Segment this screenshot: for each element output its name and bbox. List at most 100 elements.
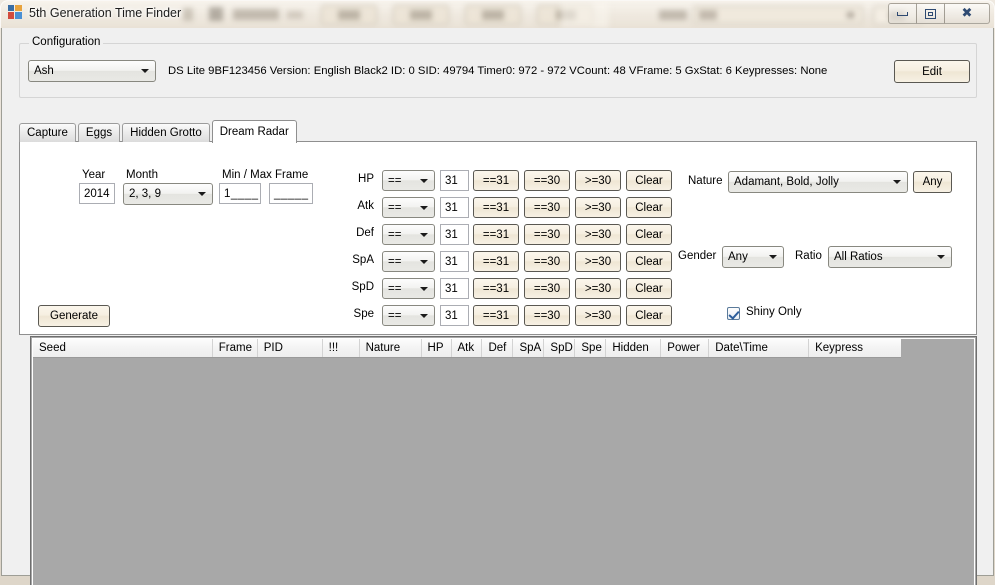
iv-spe-operator-combo[interactable]: == [382,305,435,326]
generate-button-label: Generate [50,310,98,322]
iv-spe-eq30-label: ==30 [533,309,561,322]
column-header-power[interactable]: Power [661,339,710,357]
minimize-button[interactable] [888,3,917,24]
edit-button[interactable]: Edit [894,60,970,83]
iv-spd-eq31-button[interactable]: ==31 [473,278,519,299]
iv-atk-value-input[interactable]: 31 [440,197,469,218]
tab-eggs[interactable]: Eggs [77,123,121,142]
generate-button[interactable]: Generate [38,305,110,327]
iv-spa-eq31-button[interactable]: ==31 [473,251,519,272]
iv-spd-operator-value: == [388,282,402,295]
iv-atk-clear-button[interactable]: Clear [626,197,672,218]
iv-hp-value: 31 [445,174,458,187]
iv-def-eq31-button[interactable]: ==31 [473,224,519,245]
iv-def-operator-value: == [388,228,402,241]
gender-combo[interactable]: Any [722,246,784,268]
iv-atk-eq31-button[interactable]: ==31 [473,197,519,218]
iv-spe-eq30-button[interactable]: ==30 [524,305,570,326]
iv-spe-value-input[interactable]: 31 [440,305,469,326]
close-button[interactable]: ✖ [944,3,990,24]
iv-spd-value-input[interactable]: 31 [440,278,469,299]
iv-spe-ge30-button[interactable]: >=30 [575,305,621,326]
column-header-pid[interactable]: PID [257,339,323,357]
iv-atk-eq31-label: ==31 [482,201,510,214]
iv-spa-value-input[interactable]: 31 [440,251,469,272]
column-header-frame[interactable]: Frame [212,339,258,357]
tab-dream-radar[interactable]: Dream Radar [211,120,297,143]
title-bar[interactable]: 5th Generation Time Finder ✖ [0,0,995,28]
iv-atk-operator-combo[interactable]: == [382,197,435,218]
maximize-button[interactable] [916,3,945,24]
iv-spe-value: 31 [445,309,458,322]
tab-eggs-label: Eggs [85,127,113,139]
iv-hp-eq31-button[interactable]: ==31 [473,170,519,191]
app-icon [8,5,23,20]
min-frame-input[interactable]: 1____ [219,183,261,204]
column-header-spd[interactable]: SpD [544,339,576,357]
tab-dream-radar-label: Dream Radar [219,126,289,138]
iv-atk-eq30-button[interactable]: ==30 [524,197,570,218]
iv-hp-eq30-button[interactable]: ==30 [524,170,570,191]
iv-def-eq30-button[interactable]: ==30 [524,224,570,245]
column-header-def[interactable]: Def [482,339,514,357]
results-grid-body[interactable] [33,359,974,585]
iv-spa-eq30-button[interactable]: ==30 [524,251,570,272]
gender-label: Gender [678,250,717,262]
column-header-atk-label: Atk [457,342,475,354]
iv-atk-ge30-label: >=30 [584,201,612,214]
column-header-keypress[interactable]: Keypress [809,339,901,357]
column-header-datetime[interactable]: Date\Time [709,339,810,357]
chevron-down-icon [141,69,149,73]
ratio-combo[interactable]: All Ratios [828,246,952,268]
month-combo[interactable]: 2, 3, 9 [123,183,213,205]
nature-combo[interactable]: Adamant, Bold, Jolly [728,171,908,193]
iv-spd-ge30-button[interactable]: >=30 [575,278,621,299]
iv-def-ge30-button[interactable]: >=30 [575,224,621,245]
chevron-down-icon [769,255,777,259]
iv-spd-eq30-button[interactable]: ==30 [524,278,570,299]
month-label: Month [126,169,158,181]
column-header-atk[interactable]: Atk [451,339,483,357]
iv-hp-operator-combo[interactable]: == [382,170,435,191]
nature-any-button[interactable]: Any [913,171,952,193]
shiny-only-checkbox[interactable] [727,307,740,320]
iv-def-value-input[interactable]: 31 [440,224,469,245]
column-header-nature[interactable]: Nature [359,339,422,357]
iv-spa-operator-combo[interactable]: == [382,251,435,272]
max-frame-input[interactable]: _____ [269,183,313,204]
iv-hp-ge30-button[interactable]: >=30 [575,170,621,191]
iv-hp-value-input[interactable]: 31 [440,170,469,191]
column-header-spa[interactable]: SpA [513,339,545,357]
iv-atk-ge30-button[interactable]: >=30 [575,197,621,218]
iv-def-clear-button[interactable]: Clear [626,224,672,245]
iv-spd-clear-button[interactable]: Clear [626,278,672,299]
column-header-hidden[interactable]: Hidden [606,339,662,357]
tab-hidden-grotto[interactable]: Hidden Grotto [122,123,210,142]
iv-spd-operator-combo[interactable]: == [382,278,435,299]
chevron-down-icon [420,205,428,210]
tab-capture[interactable]: Capture [19,123,76,142]
iv-def-operator-combo[interactable]: == [382,224,435,245]
iv-row-spa: SpA == 31 ==31 ==30 >=30 Clear [348,251,672,273]
iv-spa-clear-button[interactable]: Clear [626,251,672,272]
iv-spa-ge30-button[interactable]: >=30 [575,251,621,272]
iv-spe-eq31-button[interactable]: ==31 [473,305,519,326]
column-header-spa-label: SpA [519,342,542,354]
ratio-combo-value: All Ratios [834,251,883,263]
column-header-spe[interactable]: Spe [575,339,607,357]
results-grid[interactable]: Seed Frame PID !!! Nature HP Atk Def SpA… [30,336,977,585]
iv-spe-clear-button[interactable]: Clear [626,305,672,326]
iv-row-def-label: Def [356,227,374,239]
column-header-hp[interactable]: HP [421,339,452,357]
iv-spd-eq31-label: ==31 [482,282,510,295]
column-header-pid-label: PID [263,342,283,354]
column-header-seed[interactable]: Seed [33,339,213,357]
results-grid-header: Seed Frame PID !!! Nature HP Atk Def SpA… [33,339,901,358]
column-header-shiny[interactable]: !!! [322,339,360,357]
column-header-datetime-label: Date\Time [715,342,768,354]
year-input[interactable]: 2014 [79,183,115,204]
iv-hp-clear-button[interactable]: Clear [626,170,672,191]
iv-spe-operator-value: == [388,309,402,322]
tab-hidden-grotto-label: Hidden Grotto [130,127,202,139]
profile-combo[interactable]: Ash [28,60,156,82]
